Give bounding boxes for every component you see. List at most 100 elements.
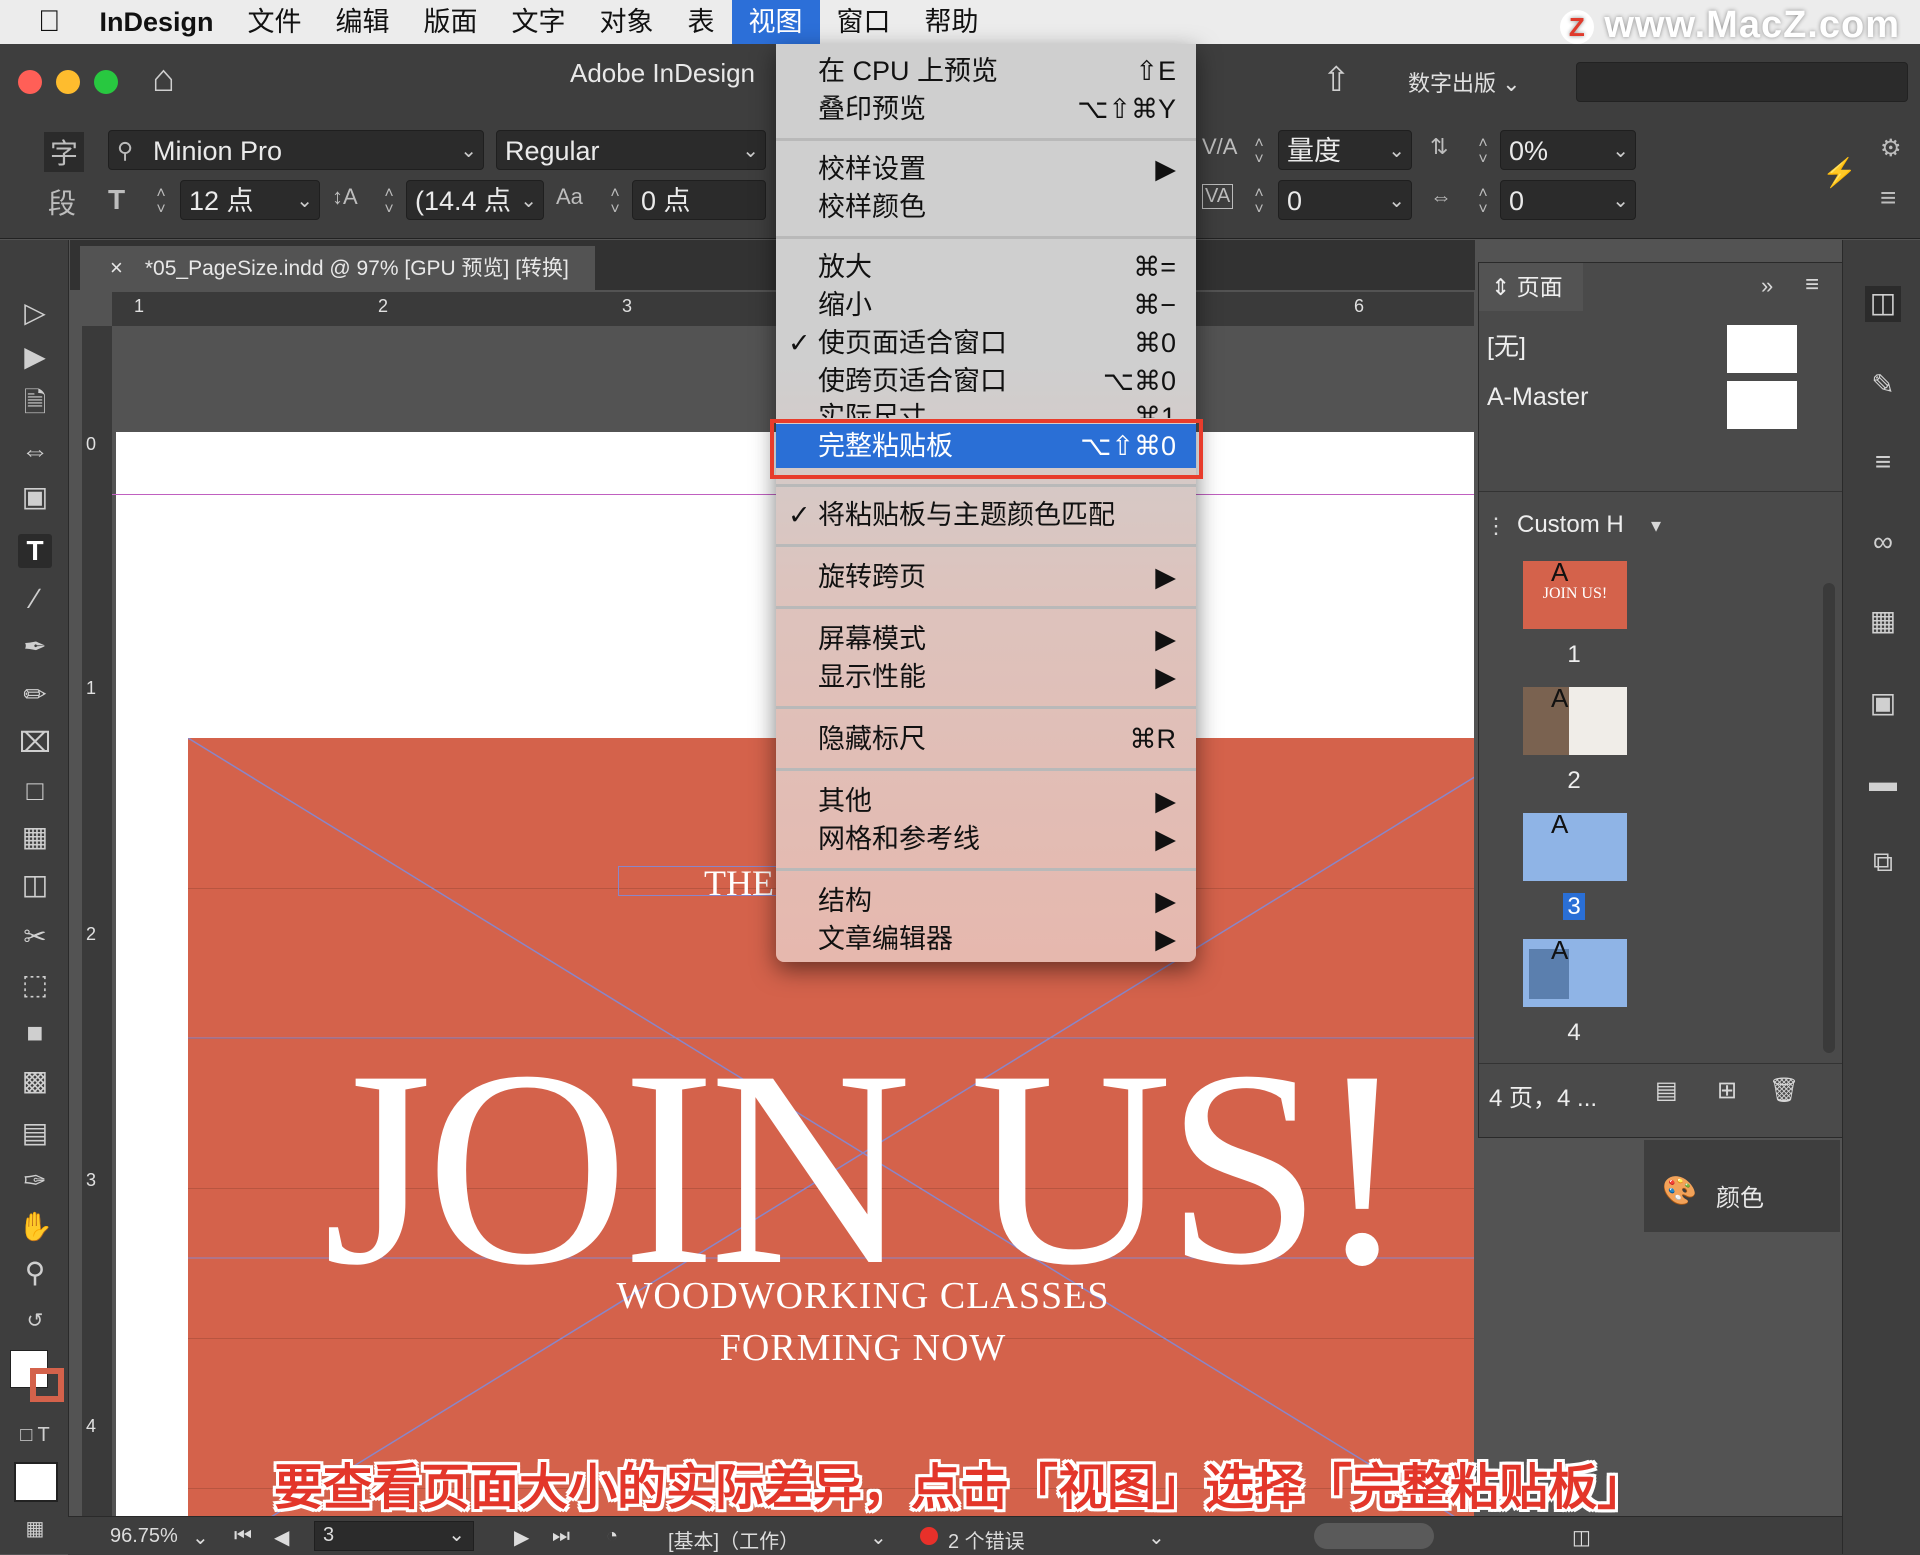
menu-item-fit-spread[interactable]: 使跨页适合窗口 ⌥⌘0 (776, 362, 1196, 400)
leading-field[interactable]: (14.4 点 ⌄ (406, 180, 544, 220)
page-number-field[interactable]: 3 ⌄ (314, 1521, 474, 1551)
document-tab[interactable]: × *05_PageSize.indd @ 97% [GPU 预览] [转换] (80, 246, 595, 290)
error-count[interactable]: 2 个错误 (948, 1525, 1025, 1554)
poster-subhead-2[interactable]: FORMING NOW (188, 1326, 1474, 1370)
menu-item-match-pasteboard-theme[interactable]: ✓ 将粘贴板与主题颜色匹配 (776, 496, 1196, 534)
stroke-panel-icon[interactable]: ≡ (1865, 446, 1901, 482)
gear-icon[interactable]: ⚙ (1880, 134, 1902, 163)
lightning-icon[interactable]: ⚡ (1822, 156, 1857, 189)
close-window-button[interactable] (18, 70, 42, 94)
page-thumbnail-4[interactable]: A (1523, 935, 1627, 1007)
page-thumbnail-1[interactable]: A JOIN US! (1523, 557, 1627, 629)
baseline-stepper[interactable]: ˄ ˅ (604, 186, 626, 218)
home-icon[interactable]: ⌂ (152, 58, 175, 101)
page-thumbnail-2[interactable]: A (1523, 683, 1627, 755)
menu-object[interactable]: 对象 (583, 0, 671, 44)
pencil-tool-icon[interactable]: ✏ (18, 678, 52, 712)
preflight-icon[interactable]: ◔ (606, 1525, 618, 1548)
type-tool-icon[interactable]: T (18, 534, 52, 568)
pen-tool-icon[interactable]: ✒ (18, 630, 52, 664)
menu-item-display-performance[interactable]: 显示性能 ▶ (776, 658, 1196, 696)
hand-tool-icon[interactable]: ✋ (18, 1210, 53, 1244)
paragraph-mode-button[interactable]: 段 (48, 182, 76, 222)
swatches-panel-icon[interactable]: ▦ (1865, 604, 1901, 640)
menu-item-structure[interactable]: 结构 ▶ (776, 882, 1196, 920)
cc-libraries-icon[interactable]: ▣ (1865, 686, 1901, 722)
menu-file[interactable]: 文件 (231, 0, 319, 44)
character-mode-button[interactable]: 字 (44, 132, 85, 172)
edit-icon[interactable]: ✎ (1865, 368, 1901, 404)
master-none-thumbnail[interactable] (1727, 325, 1797, 373)
gradient-feather-tool-icon[interactable]: ▩ (18, 1064, 52, 1098)
preflight-profile[interactable]: [基本]（工作） (668, 1525, 799, 1554)
scissors-tool-icon[interactable]: ✂ (18, 920, 52, 954)
menu-item-grids-guides[interactable]: 网格和参考线 ▶ (776, 820, 1196, 858)
tracking-field[interactable]: 0 ⌄ (1278, 180, 1412, 220)
pages-scrollbar[interactable] (1823, 583, 1835, 1053)
menu-item-screen-mode[interactable]: 屏幕模式 ▶ (776, 620, 1196, 658)
menu-window[interactable]: 窗口 (820, 0, 908, 44)
pages-view-select[interactable]: Custom H (1517, 511, 1624, 539)
menu-item-proof-colors[interactable]: 校样颜色 (776, 188, 1196, 226)
menu-item-hide-rulers[interactable]: 隐藏标尺 ⌘R (776, 720, 1196, 758)
apple-menu-icon[interactable]:  (0, 0, 83, 44)
menu-item-zoom-out[interactable]: 缩小 ⌘− (776, 286, 1196, 324)
menu-item-rotate-spread[interactable]: 旋转跨页 ▶ (776, 558, 1196, 596)
poster-headline[interactable]: JOIN US! (188, 1028, 1474, 1308)
search-input[interactable] (1576, 62, 1908, 102)
tracking-stepper[interactable]: ˄ ˅ (1472, 136, 1494, 168)
rectangle-tool-icon[interactable]: □ (18, 774, 52, 808)
direct-selection-tool-icon[interactable]: ▶ (18, 340, 52, 374)
font-family-field[interactable]: ⚲ Minion Pro ⌄ (108, 130, 484, 170)
menu-item-story-editor[interactable]: 文章编辑器 ▶ (776, 920, 1196, 958)
share-icon[interactable]: ⇧ (1322, 60, 1351, 100)
table-tool-icon[interactable]: ▦ (18, 820, 52, 854)
color-panel-tab[interactable]: 🎨 颜色 (1644, 1140, 1840, 1232)
previous-page-icon[interactable]: ◀ (274, 1525, 289, 1550)
zoom-tool-icon[interactable]: ⚲ (18, 1256, 52, 1290)
master-a-thumbnail[interactable] (1727, 381, 1797, 429)
tracking-percent-field[interactable]: 0% ⌄ (1500, 130, 1636, 170)
gradient-panel-icon[interactable]: ▬ (1865, 766, 1901, 802)
minimize-window-button[interactable] (56, 70, 80, 94)
content-collector-icon[interactable]: ▣ (18, 480, 52, 514)
chevron-down-icon[interactable]: ⌄ (870, 1525, 887, 1550)
page-tool-icon[interactable]: 🗎 (18, 386, 52, 420)
formatting-container-icon[interactable]: □ T (18, 1418, 52, 1452)
menu-type[interactable]: 文字 (495, 0, 583, 44)
edit-page-size-icon[interactable]: ▤ (1655, 1076, 1678, 1105)
leading-stepper[interactable]: ˄ ˅ (378, 186, 400, 218)
grid-tool-icon[interactable]: ◫ (18, 868, 52, 902)
kerning-field[interactable]: 量度 ⌄ (1278, 130, 1412, 170)
gradient-swatch-tool-icon[interactable]: ■ (18, 1016, 52, 1050)
links-panel-icon[interactable]: ∞ (1865, 526, 1901, 562)
panel-menu-icon[interactable]: ≡ (1805, 271, 1819, 299)
pages-panel-icon[interactable]: ◫ (1865, 286, 1901, 322)
chevron-down-icon[interactable]: ⌄ (1148, 1525, 1165, 1550)
collapse-panel-icon[interactable]: » (1761, 273, 1773, 299)
split-window-icon[interactable]: ◫ (1572, 1525, 1591, 1550)
scale-stepper[interactable]: ˄ ˅ (1472, 186, 1494, 218)
scale-field[interactable]: 0 ⌄ (1500, 180, 1636, 220)
menu-table[interactable]: 表 (671, 0, 732, 44)
panel-menu-icon[interactable]: ≡ (1880, 182, 1896, 214)
chevron-down-icon[interactable]: ▾ (1651, 513, 1661, 538)
zoom-level[interactable]: 96.75% (110, 1525, 178, 1548)
menu-item-zoom-in[interactable]: 放大 ⌘= (776, 248, 1196, 286)
delete-page-icon[interactable]: 🗑 (1769, 1076, 1799, 1105)
workspace-switcher[interactable]: 数字出版 ⌄ (1408, 66, 1521, 98)
menu-layout[interactable]: 版面 (407, 0, 495, 44)
font-style-field[interactable]: Regular ⌄ (496, 130, 766, 170)
poster-subhead-1[interactable]: WOODWORKING CLASSES (188, 1274, 1474, 1318)
swap-fill-stroke-icon[interactable]: ↺ (18, 1304, 52, 1338)
new-page-icon[interactable]: ⊞ (1717, 1076, 1737, 1105)
menu-edit[interactable]: 编辑 (319, 0, 407, 44)
kerning-stepper[interactable]: ˄ ˅ (1248, 136, 1270, 168)
eyedropper-tool-icon[interactable]: ✑ (18, 1164, 52, 1198)
last-page-icon[interactable]: ⏭ (552, 1525, 570, 1548)
rectangle-frame-tool-icon[interactable]: ⌧ (18, 726, 52, 760)
next-page-icon[interactable]: ▶ (514, 1525, 529, 1550)
vertical-ruler[interactable]: 0 1 2 3 4 (82, 326, 112, 1516)
pages-panel-tab[interactable]: ⇕ 页面 (1479, 263, 1583, 311)
selection-tool-icon[interactable]: ▷ (18, 296, 52, 330)
